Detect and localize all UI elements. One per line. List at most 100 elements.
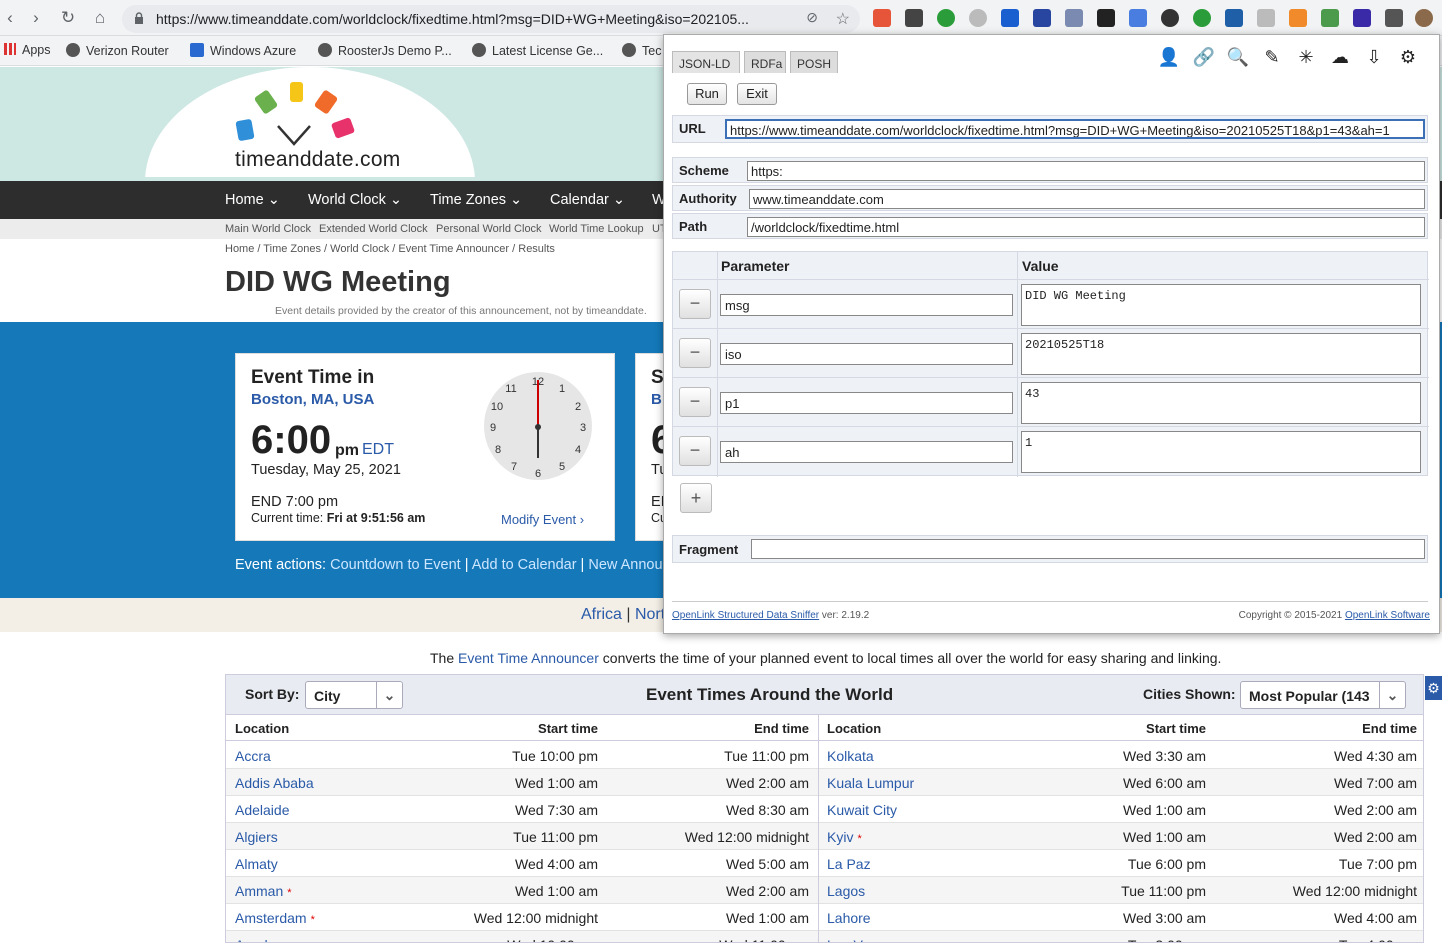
sort-select[interactable]: City ⌄ <box>305 681 403 709</box>
parameter-value-field[interactable]: 43 <box>1021 382 1421 424</box>
city-link[interactable]: Almaty <box>235 856 282 872</box>
edit-icon[interactable]: ✎ <box>1260 45 1284 69</box>
url-field[interactable]: https://www.timeanddate.com/worldclock/f… <box>725 119 1425 139</box>
tab-rdfa[interactable]: RDFa <box>744 51 786 73</box>
city-link[interactable]: La Paz <box>827 856 875 872</box>
eye-off-icon[interactable]: ⊘ <box>806 9 818 26</box>
tab-posh[interactable]: POSH <box>790 51 838 73</box>
extension-icon[interactable] <box>873 9 891 27</box>
remove-parameter-button[interactable]: − <box>679 289 711 319</box>
parameter-name-field[interactable]: iso <box>720 343 1013 365</box>
forward-icon[interactable]: › <box>26 8 46 28</box>
authority-field[interactable]: www.timeanddate.com <box>749 189 1425 209</box>
city-link[interactable]: Kuwait City <box>827 802 901 818</box>
path-field[interactable]: /worldclock/fixedtime.html <box>747 217 1425 237</box>
fragment-field[interactable] <box>751 539 1425 559</box>
event-announcer-link[interactable]: Event Time Announcer <box>458 650 599 666</box>
bookmark-azure[interactable]: Windows Azure <box>190 43 296 58</box>
city-link[interactable]: Algiers <box>235 829 282 845</box>
add-calendar-link[interactable]: Add to Calendar <box>472 557 577 573</box>
parameter-value-field[interactable]: 1 <box>1021 431 1421 473</box>
subnav-main-world-clock[interactable]: Main World Clock <box>225 223 311 235</box>
bookmark-tec[interactable]: Tec <box>622 43 661 58</box>
network-icon[interactable]: ✳ <box>1294 45 1318 69</box>
region-africa[interactable]: Africa <box>581 606 622 623</box>
extension-icon[interactable] <box>1097 9 1115 27</box>
extension-icon[interactable] <box>1001 9 1019 27</box>
home-icon[interactable]: ⌂ <box>90 8 110 28</box>
event-location[interactable]: Boston, MA, USA <box>251 391 374 408</box>
city-link[interactable]: Lagos <box>827 883 869 899</box>
address-url[interactable]: https://www.timeanddate.com/worldclock/f… <box>156 11 776 27</box>
globe-search-icon[interactable]: 🔍 <box>1226 45 1250 69</box>
remove-parameter-button[interactable]: − <box>679 387 711 417</box>
openlink-link[interactable]: OpenLink Software <box>1345 610 1430 621</box>
nav-home[interactable]: Home ⌄ <box>225 192 280 208</box>
remove-parameter-button[interactable]: − <box>679 338 711 368</box>
subnav-personal-world-clock[interactable]: Personal World Clock <box>436 223 542 235</box>
city-link[interactable]: Adelaide <box>235 802 294 818</box>
reload-icon[interactable]: ↻ <box>58 8 78 28</box>
nav-time-zones[interactable]: Time Zones ⌄ <box>430 192 522 208</box>
back-icon[interactable]: ‹ <box>0 8 20 28</box>
bookmark-license[interactable]: Latest License Ge... <box>472 43 603 58</box>
nav-calendar[interactable]: Calendar ⌄ <box>550 192 625 208</box>
settings-gear-icon[interactable]: ⚙ <box>1425 676 1442 700</box>
extension-icon[interactable] <box>1353 9 1371 27</box>
city-link[interactable]: Kolkata <box>827 748 878 764</box>
city-link[interactable]: Accra <box>235 748 275 764</box>
parameter-value-field[interactable]: DID WG Meeting <box>1021 284 1421 326</box>
parameter-value-field[interactable]: 20210525T18 <box>1021 333 1421 375</box>
extension-icon[interactable] <box>1033 9 1051 27</box>
remove-parameter-button[interactable]: − <box>679 436 711 466</box>
region-north[interactable]: Nort <box>635 606 665 623</box>
tab-json-ld[interactable]: JSON-LD <box>672 51 740 73</box>
city-link[interactable]: Kyiv * <box>827 829 862 845</box>
city-link[interactable]: Amsterdam * <box>235 910 315 926</box>
run-button[interactable]: Run <box>687 83 727 105</box>
countdown-link[interactable]: Countdown to Event <box>330 557 461 573</box>
city-link[interactable]: Amman * <box>235 883 292 899</box>
extension-icon[interactable] <box>1289 9 1307 27</box>
extension-icon[interactable] <box>1225 9 1243 27</box>
city-link[interactable]: Kuala Lumpur <box>827 775 918 791</box>
event-timezone[interactable]: EDT <box>362 441 394 459</box>
breadcrumb[interactable]: Home / Time Zones / World Clock / Event … <box>225 243 555 255</box>
city-link[interactable]: Anadyr <box>235 937 283 942</box>
bookmark-star-icon[interactable]: ☆ <box>836 9 850 29</box>
extension-icon[interactable] <box>1415 9 1433 27</box>
subnav-extended-world-clock[interactable]: Extended World Clock <box>319 223 428 235</box>
parameter-name-field[interactable]: msg <box>720 294 1013 316</box>
parameter-name-field[interactable]: p1 <box>720 392 1013 414</box>
extension-icon[interactable] <box>969 9 987 27</box>
address-bar[interactable]: https://www.timeanddate.com/worldclock/f… <box>122 5 860 33</box>
cities-select[interactable]: Most Popular (143 ⌄ <box>1240 681 1406 709</box>
extension-icon[interactable] <box>1129 9 1147 27</box>
modify-event-link[interactable]: Modify Event › <box>501 512 584 527</box>
bookmark-apps[interactable]: Apps <box>4 43 51 57</box>
bookmark-roosterjs[interactable]: RoosterJs Demo P... <box>318 43 452 58</box>
extension-icon[interactable] <box>1193 9 1211 27</box>
add-parameter-button[interactable]: + <box>680 483 712 513</box>
sniffer-link[interactable]: OpenLink Structured Data Sniffer <box>672 610 819 621</box>
extension-icon[interactable] <box>1161 9 1179 27</box>
extension-icon[interactable] <box>1385 9 1403 27</box>
city-link[interactable]: Las Vegas* <box>827 937 901 942</box>
city-link[interactable]: Lahore <box>827 910 875 926</box>
cloud-download-icon[interactable]: ⇩ <box>1362 45 1386 69</box>
cloud-search-icon[interactable]: ☁ <box>1328 45 1352 69</box>
subnav-world-time-lookup[interactable]: World Time Lookup <box>549 223 644 235</box>
nav-world-clock[interactable]: World Clock ⌄ <box>308 192 402 208</box>
city-link[interactable]: Addis Ababa <box>235 775 318 791</box>
bookmark-verizon[interactable]: Verizon Router <box>66 43 169 58</box>
user-icon[interactable]: 👤 <box>1157 45 1181 69</box>
extension-icon[interactable] <box>1321 9 1339 27</box>
link-icon[interactable]: 🔗 <box>1192 45 1216 69</box>
scheme-field[interactable]: https: <box>747 161 1425 181</box>
extension-icon[interactable] <box>937 9 955 27</box>
extension-icon[interactable] <box>1065 9 1083 27</box>
gear-icon[interactable]: ⚙ <box>1396 45 1420 69</box>
extension-icon[interactable] <box>905 9 923 27</box>
extension-icon[interactable] <box>1257 9 1275 27</box>
exit-button[interactable]: Exit <box>737 83 777 105</box>
